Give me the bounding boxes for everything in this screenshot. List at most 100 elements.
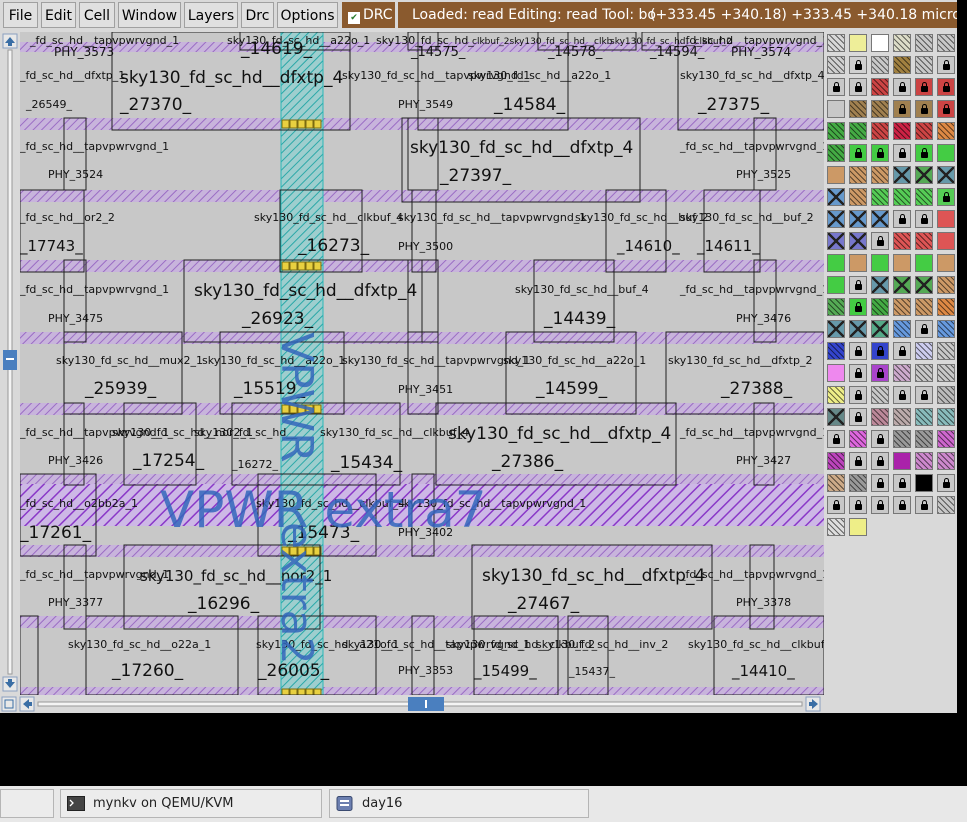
layer-swatch[interactable] [871, 408, 889, 426]
locked-layer-swatch[interactable] [871, 430, 889, 448]
layer-swatch[interactable] [937, 232, 955, 250]
layer-swatch[interactable] [849, 474, 867, 492]
locked-layer-swatch[interactable] [849, 298, 867, 316]
locked-layer-swatch[interactable] [893, 496, 911, 514]
layer-swatch[interactable] [849, 430, 867, 448]
layer-swatch[interactable] [827, 320, 845, 338]
layer-swatch[interactable] [827, 254, 845, 272]
layer-swatch[interactable] [937, 496, 955, 514]
layer-swatch[interactable] [827, 100, 845, 118]
layer-swatch[interactable] [827, 518, 845, 536]
layer-swatch[interactable] [827, 188, 845, 206]
layer-swatch[interactable] [937, 166, 955, 184]
layer-swatch[interactable] [871, 276, 889, 294]
layer-swatch[interactable] [937, 210, 955, 228]
layer-swatch[interactable] [871, 122, 889, 140]
layer-swatch[interactable] [893, 34, 911, 52]
layer-swatch[interactable] [827, 342, 845, 360]
layer-swatch[interactable] [849, 232, 867, 250]
layer-swatch[interactable] [937, 144, 955, 162]
layer-swatch[interactable] [871, 188, 889, 206]
layer-swatch[interactable] [827, 408, 845, 426]
locked-layer-swatch[interactable] [915, 320, 933, 338]
layer-swatch[interactable] [915, 254, 933, 272]
menu-options[interactable]: Options [277, 2, 338, 28]
layer-swatch[interactable] [871, 34, 889, 52]
locked-layer-swatch[interactable] [849, 496, 867, 514]
locked-layer-swatch[interactable] [871, 144, 889, 162]
locked-layer-swatch[interactable] [871, 452, 889, 470]
locked-layer-swatch[interactable] [849, 342, 867, 360]
layer-swatch[interactable] [871, 298, 889, 316]
layer-swatch[interactable] [827, 452, 845, 470]
layer-swatch[interactable] [827, 232, 845, 250]
layer-swatch[interactable] [827, 166, 845, 184]
layer-swatch[interactable] [937, 408, 955, 426]
locked-layer-swatch[interactable] [827, 496, 845, 514]
layer-swatch[interactable] [893, 276, 911, 294]
locked-layer-swatch[interactable] [893, 474, 911, 492]
layer-swatch[interactable] [871, 210, 889, 228]
layer-swatch[interactable] [893, 122, 911, 140]
locked-layer-swatch[interactable] [871, 232, 889, 250]
locked-layer-swatch[interactable] [937, 56, 955, 74]
layer-swatch[interactable] [937, 342, 955, 360]
locked-layer-swatch[interactable] [893, 78, 911, 96]
locked-layer-swatch[interactable] [915, 144, 933, 162]
layer-swatch[interactable] [849, 320, 867, 338]
drc-checkbox-icon[interactable]: ✔ [348, 12, 360, 24]
layer-swatch[interactable] [827, 364, 845, 382]
layout-canvas[interactable]: _fd_sc_hd__tapvpwrvgnd_1 PHY_3573 sky130_f… [20, 32, 824, 695]
locked-layer-swatch[interactable] [937, 100, 955, 118]
layer-swatch[interactable] [893, 166, 911, 184]
layer-swatch[interactable] [871, 320, 889, 338]
layer-swatch[interactable] [915, 430, 933, 448]
layer-swatch[interactable] [893, 188, 911, 206]
locked-layer-swatch[interactable] [827, 78, 845, 96]
locked-layer-swatch[interactable] [849, 386, 867, 404]
layer-swatch[interactable] [937, 34, 955, 52]
locked-layer-swatch[interactable] [871, 474, 889, 492]
layer-swatch[interactable] [915, 276, 933, 294]
locked-layer-swatch[interactable] [849, 364, 867, 382]
taskbar-blank-item[interactable] [0, 789, 54, 818]
locked-layer-swatch[interactable] [827, 430, 845, 448]
locked-layer-swatch[interactable] [893, 100, 911, 118]
locked-layer-swatch[interactable] [893, 210, 911, 228]
horizontal-scrollbar[interactable] [0, 695, 824, 713]
locked-layer-swatch[interactable] [915, 210, 933, 228]
layer-swatch[interactable] [937, 320, 955, 338]
layer-swatch[interactable] [893, 56, 911, 74]
layer-swatch[interactable] [893, 452, 911, 470]
layer-swatch[interactable] [849, 518, 867, 536]
layer-swatch[interactable] [849, 188, 867, 206]
locked-layer-swatch[interactable] [849, 78, 867, 96]
layer-swatch[interactable] [937, 122, 955, 140]
layer-swatch[interactable] [827, 474, 845, 492]
layer-swatch[interactable] [827, 386, 845, 404]
locked-layer-swatch[interactable] [937, 474, 955, 492]
layer-swatch[interactable] [827, 122, 845, 140]
layout-svg[interactable]: _fd_sc_hd__tapvpwrvgnd_1 PHY_3573 sky130_f… [20, 32, 824, 695]
layer-swatch[interactable] [849, 122, 867, 140]
layer-swatch[interactable] [915, 408, 933, 426]
layer-swatch[interactable] [893, 298, 911, 316]
layer-swatch[interactable] [827, 56, 845, 74]
layer-swatch[interactable] [893, 364, 911, 382]
layer-swatch[interactable] [915, 452, 933, 470]
locked-layer-swatch[interactable] [871, 496, 889, 514]
locked-layer-swatch[interactable] [849, 452, 867, 470]
layer-swatch[interactable] [937, 452, 955, 470]
locked-layer-swatch[interactable] [871, 342, 889, 360]
layer-swatch[interactable] [893, 430, 911, 448]
layer-swatch[interactable] [849, 34, 867, 52]
layer-swatch[interactable] [827, 34, 845, 52]
layer-swatch[interactable] [915, 122, 933, 140]
locked-layer-swatch[interactable] [915, 496, 933, 514]
locked-layer-swatch[interactable] [915, 78, 933, 96]
layer-swatch[interactable] [915, 34, 933, 52]
layer-swatch[interactable] [849, 210, 867, 228]
layer-swatch[interactable] [937, 364, 955, 382]
layer-swatch[interactable] [849, 166, 867, 184]
layer-swatch[interactable] [893, 320, 911, 338]
